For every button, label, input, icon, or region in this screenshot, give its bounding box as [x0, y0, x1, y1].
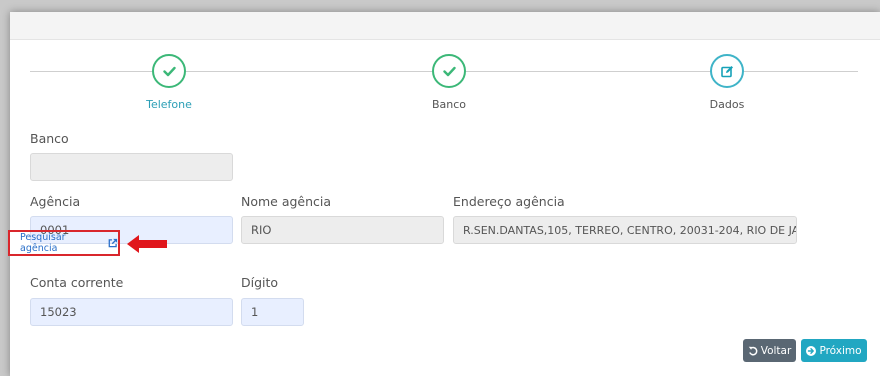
digito-input[interactable]: 1 — [241, 298, 304, 326]
conta-corrente-input[interactable]: 15023 — [30, 298, 233, 326]
step-label-dados: Dados — [709, 98, 745, 111]
step-label-telefone: Telefone — [146, 98, 192, 111]
pesquisar-agencia-label: Pesquisar agência — [20, 232, 66, 254]
step-label-banco: Banco — [431, 98, 467, 111]
voltar-button[interactable]: Voltar — [743, 339, 796, 362]
pesquisar-agencia-link[interactable]: Pesquisar agência — [8, 230, 120, 256]
check-icon — [162, 66, 176, 76]
endereco-agencia-label: Endereço agência — [453, 194, 565, 209]
form-window: Telefone Banco Dados Banco Agência 0001 … — [10, 12, 880, 376]
endereco-agencia-field[interactable]: R.SEN.DANTAS,105, TERREO, CENTRO, 20031-… — [453, 216, 797, 244]
proximo-button[interactable]: Próximo — [801, 339, 867, 362]
agencia-label: Agência — [30, 194, 81, 209]
window-top-bar — [10, 12, 880, 40]
check-icon — [442, 66, 456, 76]
red-arrow-annotation-icon — [127, 235, 167, 253]
arrow-right-circle-icon — [806, 345, 817, 356]
banco-label: Banco — [30, 131, 69, 146]
conta-corrente-label: Conta corrente — [30, 275, 124, 290]
nome-agencia-field[interactable]: RIO — [241, 216, 444, 244]
edit-icon — [720, 65, 733, 77]
step-banco-circle[interactable] — [432, 54, 466, 88]
undo-icon — [748, 346, 758, 355]
external-link-icon — [108, 238, 118, 248]
banco-field[interactable] — [30, 153, 233, 181]
step-telefone-circle[interactable] — [152, 54, 186, 88]
step-dados-circle[interactable] — [710, 54, 744, 88]
digito-label: Dígito — [241, 275, 279, 290]
voltar-label: Voltar — [760, 344, 792, 357]
nome-agencia-label: Nome agência — [241, 194, 332, 209]
proximo-label: Próximo — [819, 344, 862, 357]
